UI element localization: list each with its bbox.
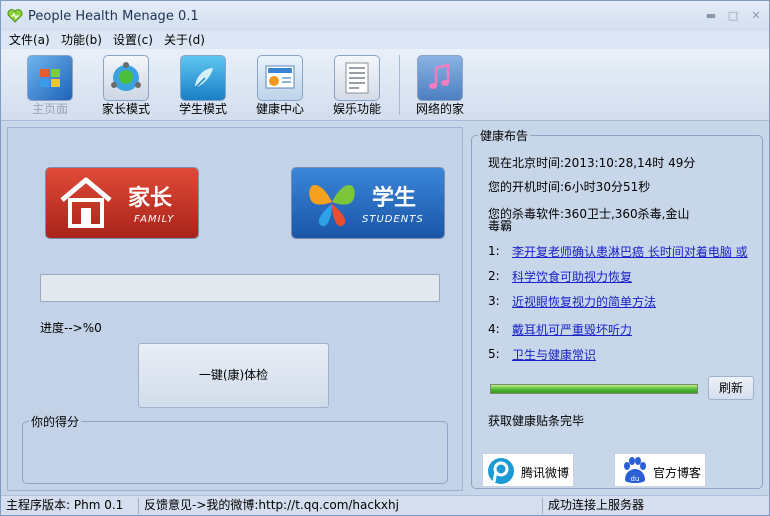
menu-function[interactable]: 功能(b) (61, 32, 102, 48)
status-separator (138, 498, 139, 514)
toolbar-parent-label: 家长模式 (101, 102, 150, 116)
news-link[interactable]: 科学饮食可助视力恢复 (512, 268, 632, 285)
status-separator (542, 498, 543, 514)
fetch-progress-bar (490, 384, 698, 394)
menu-bar: 文件(a) 功能(b) 设置(c) 关于(d) (1, 31, 769, 49)
student-mode-icon (180, 55, 226, 101)
health-center-icon (257, 55, 303, 101)
app-window: People Health Menage 0.1 ▬ □ ✕ 文件(a) 功能(… (0, 0, 770, 516)
menu-about[interactable]: 关于(d) (164, 32, 205, 48)
menu-settings[interactable]: 设置(c) (113, 32, 153, 48)
parent-mode-button[interactable]: 家长 FAMILY (46, 168, 198, 238)
score-legend: 你的得分 (29, 413, 82, 430)
tencent-weibo-label: 腾讯微博 (521, 466, 570, 480)
toolbar-home-label: 主页面 (31, 102, 68, 116)
news-link[interactable]: 李开复老师确认患淋巴癌 长时间对着电脑 或 (512, 243, 748, 260)
fetch-progress-fill (491, 385, 697, 393)
toolbar-separator (399, 55, 400, 115)
health-notice-group: 健康布告 现在北京时间:2013:10:28,14时 49分 您的开机时间:6小… (471, 127, 763, 489)
main-panel: 家长 FAMILY 学生 STUDENTS 进度-->%0 一键(康)体检 你的… (7, 127, 463, 491)
checkup-progress-bar (40, 274, 440, 302)
news-link[interactable]: 卫生与健康常识 (512, 346, 596, 363)
student-button-title: 学生 (372, 186, 417, 211)
one-click-checkup-button[interactable]: 一键(康)体检 (138, 343, 329, 408)
status-feedback: 反馈意见->我的微博:http://t.qq.com/hackxhj (144, 498, 399, 512)
fetch-status: 获取健康贴条完毕 (488, 414, 585, 428)
restore-icon[interactable]: □ (726, 10, 740, 22)
official-blog-button[interactable]: du 官方博客 (614, 453, 706, 487)
health-notice-panel: 健康布告 现在北京时间:2013:10:28,14时 49分 您的开机时间:6小… (471, 127, 765, 491)
news-number: 2: (488, 269, 500, 283)
parent-button-title: 家长 (128, 186, 173, 211)
refresh-button[interactable]: 刷新 (708, 376, 754, 400)
app-heart-icon (7, 9, 23, 23)
toolbar-entertainment-button[interactable]: 娱乐功能 (324, 53, 390, 119)
news-number: 4: (488, 322, 500, 336)
toolbar: 主页面 家长模式 学生模式 健康中心 娱乐功能 网络的家 (1, 49, 769, 121)
status-connection: 成功连接上服务器 (548, 498, 645, 512)
music-note-icon (417, 55, 463, 101)
minimize-icon[interactable]: ▬ (704, 10, 718, 22)
news-number: 1: (488, 244, 500, 258)
toolbar-student-label: 学生模式 (178, 102, 227, 116)
house-icon (60, 177, 112, 228)
antivirus-line-1: 您的杀毒软件:360卫士,360杀毒,金山 (488, 207, 690, 221)
news-link[interactable]: 近视眼恢复视力的简单方法 (512, 293, 656, 310)
close-icon[interactable]: ✕ (749, 10, 763, 22)
menu-file[interactable]: 文件(a) (9, 32, 50, 48)
toolbar-network-home-label: 网络的家 (415, 102, 464, 116)
toolbar-network-home-button[interactable]: 网络的家 (407, 53, 473, 119)
toolbar-health-label: 健康中心 (255, 102, 304, 116)
home-window-icon (27, 55, 73, 101)
parent-mode-icon (103, 55, 149, 101)
parent-button-subtitle: FAMILY (134, 214, 175, 225)
status-version: 主程序版本: Phm 0.1 (6, 498, 124, 512)
beijing-time: 现在北京时间:2013:10:28,14时 49分 (488, 156, 696, 170)
toolbar-home-button[interactable]: 主页面 (17, 53, 83, 119)
toolbar-student-button[interactable]: 学生模式 (170, 53, 236, 119)
svg-text:du: du (631, 475, 640, 483)
entertainment-icon (334, 55, 380, 101)
window-title: People Health Menage 0.1 (28, 9, 199, 24)
score-group: 你的得分 (22, 413, 448, 484)
antivirus-line-2: 毒霸 (488, 219, 513, 233)
butterfly-icon (309, 185, 355, 227)
news-link[interactable]: 戴耳机可严重毁坏听力 (512, 321, 632, 338)
status-bar: 主程序版本: Phm 0.1 反馈意见->我的微博:http://t.qq.co… (1, 495, 769, 515)
student-button-subtitle: STUDENTS (362, 214, 424, 225)
toolbar-entertainment-label: 娱乐功能 (332, 102, 381, 116)
tencent-weibo-icon (488, 458, 514, 484)
toolbar-parent-button[interactable]: 家长模式 (93, 53, 159, 119)
toolbar-health-button[interactable]: 健康中心 (247, 53, 313, 119)
news-number: 3: (488, 294, 500, 308)
tencent-weibo-button[interactable]: 腾讯微博 (482, 453, 574, 487)
student-mode-button[interactable]: 学生 STUDENTS (292, 168, 444, 238)
news-number: 5: (488, 347, 500, 361)
health-notice-legend: 健康布告 (478, 127, 531, 144)
official-blog-label: 官方博客 (653, 466, 702, 480)
uptime: 您的开机时间:6小时30分51秒 (488, 180, 651, 194)
title-bar: People Health Menage 0.1 ▬ □ ✕ (1, 1, 769, 31)
baidu-paw-icon: du (624, 457, 646, 483)
progress-text: 进度-->%0 (40, 321, 102, 335)
